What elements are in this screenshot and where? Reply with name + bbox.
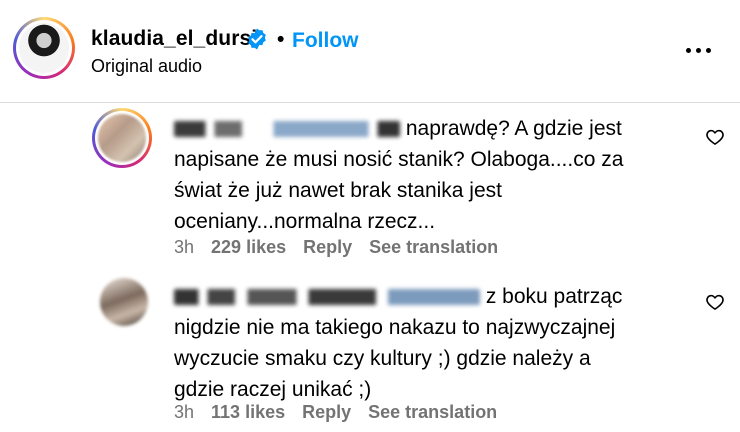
comment-text: z boku patrząc nigdzie nie ma takiego na… (174, 285, 623, 401)
comment-meta: 3h 229 likes Reply See translation (174, 237, 498, 258)
reply-button[interactable]: Reply (303, 237, 352, 258)
see-translation-button[interactable]: See translation (369, 237, 498, 258)
redacted-username (174, 121, 400, 138)
author-username[interactable]: klaudia_el_dursi (91, 27, 257, 51)
heart-outline-icon[interactable] (705, 292, 725, 312)
reply-button[interactable]: Reply (302, 402, 351, 423)
comment-time: 3h (174, 402, 195, 422)
likes-count[interactable]: 113 likes (211, 402, 285, 423)
post-header: klaudia_el_dursi • Follow Original audio (0, 0, 740, 103)
heart-outline-icon[interactable] (705, 127, 725, 147)
more-options-icon[interactable] (686, 40, 716, 60)
comment-time: 3h (174, 237, 195, 257)
likes-count[interactable]: 229 likes (211, 237, 286, 258)
follow-button[interactable]: Follow (292, 29, 359, 53)
audio-label[interactable]: Original audio (91, 56, 202, 77)
see-translation-button[interactable]: See translation (368, 402, 497, 423)
author-avatar[interactable] (13, 17, 75, 79)
commenter-avatar[interactable] (100, 278, 148, 326)
commenter-avatar[interactable] (92, 108, 152, 168)
comment-text: naprawdę? A gdzie jest napisane że musi … (174, 117, 624, 233)
separator-dot: • (277, 28, 285, 51)
comment-meta: 3h 113 likes Reply See translation (174, 402, 497, 423)
verified-badge-icon (248, 28, 266, 50)
redacted-username (174, 289, 480, 306)
